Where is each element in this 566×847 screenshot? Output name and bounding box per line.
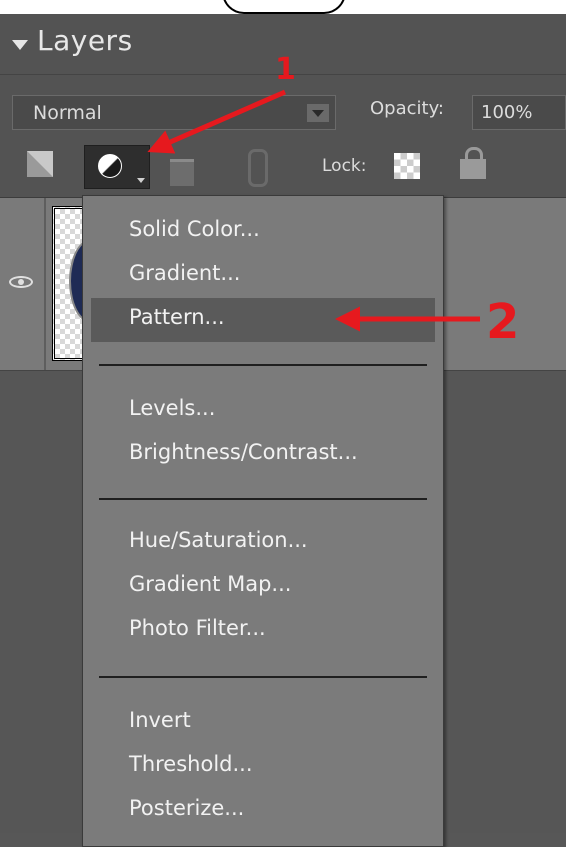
link-icon[interactable] bbox=[248, 149, 268, 187]
top-strip bbox=[0, 0, 566, 14]
menu-item-label: Gradient... bbox=[129, 261, 241, 285]
menu-item-threshold[interactable]: Threshold... bbox=[91, 745, 435, 789]
menu-separator bbox=[99, 364, 427, 366]
blend-mode-value: Normal bbox=[33, 102, 102, 124]
eye-icon[interactable] bbox=[9, 276, 33, 288]
menu-item-label: Pattern... bbox=[129, 305, 225, 329]
menu-item-pattern[interactable]: Pattern... bbox=[91, 298, 435, 342]
top-bracket bbox=[222, 0, 346, 14]
menu-item-label: Solid Color... bbox=[129, 217, 260, 241]
menu-item-posterize[interactable]: Posterize... bbox=[91, 789, 435, 833]
menu-item-gradient-map[interactable]: Gradient Map... bbox=[91, 565, 435, 609]
lock-transparency-icon[interactable] bbox=[394, 153, 420, 179]
chevron-down-icon bbox=[137, 178, 145, 183]
menu-item-label: Levels... bbox=[129, 396, 216, 420]
adjustment-layer-menu: Solid Color... Gradient... Pattern... Le… bbox=[82, 195, 444, 847]
adjustment-layer-icon[interactable] bbox=[84, 145, 150, 189]
menu-item-levels[interactable]: Levels... bbox=[91, 389, 435, 433]
annotation-label-1: 1 bbox=[275, 52, 296, 87]
annotation-label-2: 2 bbox=[486, 294, 520, 350]
menu-item-label: Threshold... bbox=[129, 752, 253, 776]
menu-item-gradient[interactable]: Gradient... bbox=[91, 254, 435, 298]
opacity-value: 100% bbox=[481, 102, 533, 123]
menu-item-solid-color[interactable]: Solid Color... bbox=[91, 210, 435, 254]
layer-divider bbox=[44, 198, 46, 370]
lock-all-icon[interactable] bbox=[460, 147, 486, 179]
trash-icon[interactable] bbox=[170, 159, 194, 186]
menu-item-invert[interactable]: Invert bbox=[91, 701, 435, 745]
opacity-field[interactable]: 100% bbox=[472, 95, 566, 130]
menu-item-photo-filter[interactable]: Photo Filter... bbox=[91, 609, 435, 653]
menu-item-label: Hue/Saturation... bbox=[129, 528, 308, 552]
menu-separator bbox=[99, 676, 427, 678]
menu-item-brightness-contrast[interactable]: Brightness/Contrast... bbox=[91, 433, 435, 477]
menu-item-label: Posterize... bbox=[129, 796, 245, 820]
layer-toolbar: Lock: bbox=[0, 137, 566, 198]
panel-title: Layers bbox=[37, 24, 133, 57]
menu-item-label: Photo Filter... bbox=[129, 616, 266, 640]
menu-item-label: Gradient Map... bbox=[129, 572, 292, 596]
lock-label: Lock: bbox=[322, 156, 367, 176]
menu-separator bbox=[99, 498, 427, 500]
menu-item-hue-saturation[interactable]: Hue/Saturation... bbox=[91, 521, 435, 565]
menu-item-label: Brightness/Contrast... bbox=[129, 440, 358, 464]
new-layer-icon[interactable] bbox=[27, 151, 53, 177]
opacity-label: Opacity: bbox=[370, 98, 444, 119]
half-circle-icon bbox=[98, 154, 122, 178]
collapse-triangle-icon[interactable] bbox=[12, 40, 28, 50]
dropdown-arrow-icon[interactable] bbox=[307, 104, 329, 122]
menu-item-label: Invert bbox=[129, 708, 191, 732]
blend-mode-select[interactable]: Normal bbox=[12, 95, 336, 130]
